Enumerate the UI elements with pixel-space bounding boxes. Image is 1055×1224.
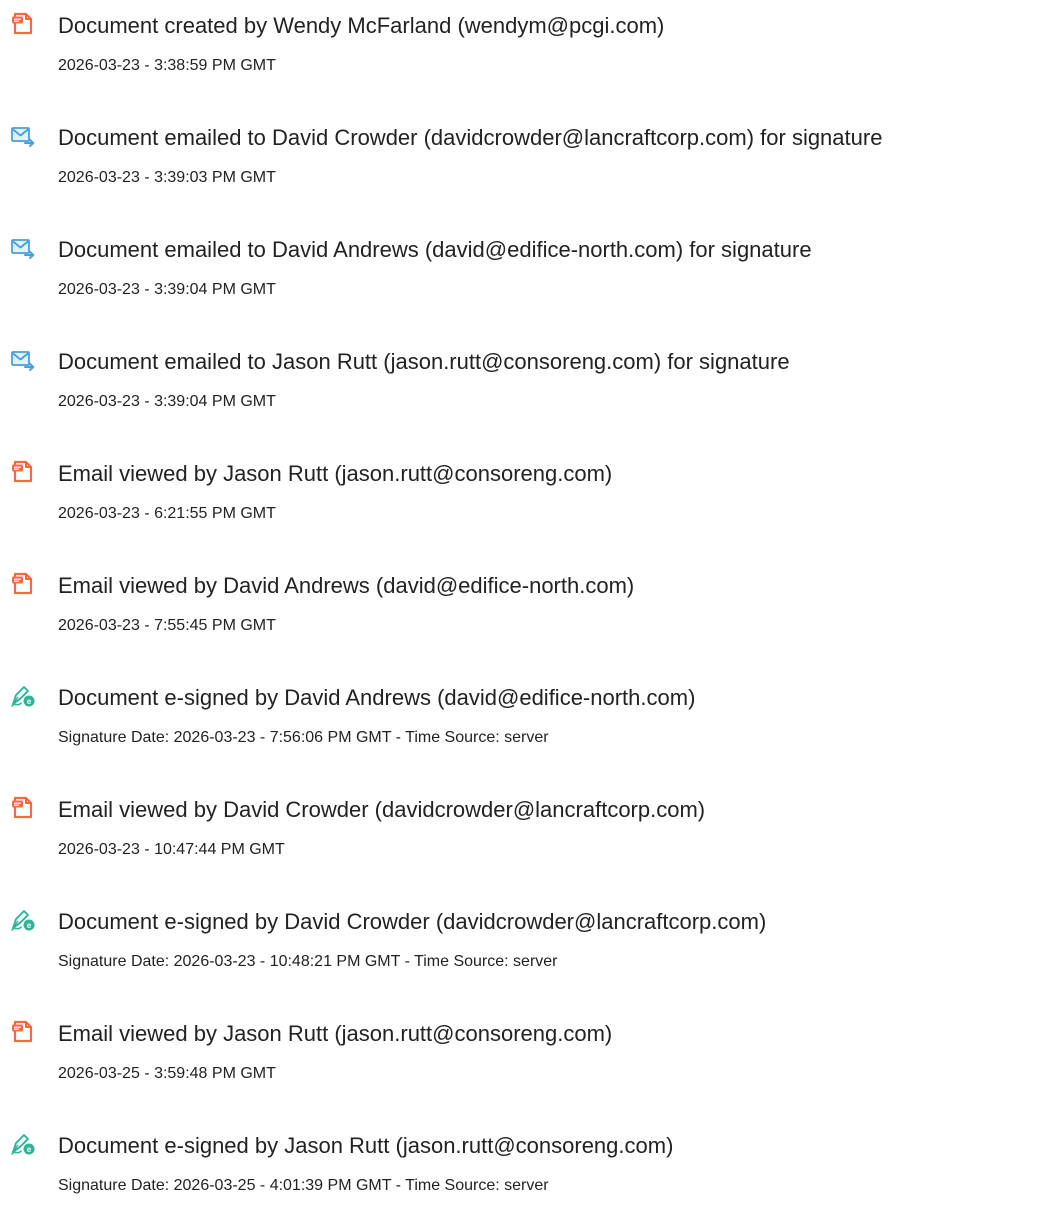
- document-viewed-icon: [10, 572, 36, 596]
- event-timestamp: 2026-03-23 - 6:21:55 PM GMT: [58, 505, 276, 522]
- event-timestamp: Signature Date: 2026-03-25 - 4:01:39 PM …: [58, 1177, 549, 1194]
- e-sign-icon: e: [10, 1132, 36, 1156]
- audit-event: Document created by Wendy McFarland (wen…: [0, 0, 1055, 80]
- document-created-icon: [10, 12, 36, 36]
- event-timestamp: 2026-03-23 - 3:39:04 PM GMT: [58, 281, 276, 298]
- event-timestamp: Signature Date: 2026-03-23 - 7:56:06 PM …: [58, 729, 549, 746]
- event-timestamp: 2026-03-23 - 10:47:44 PM GMT: [58, 841, 285, 858]
- email-sent-icon: [10, 124, 36, 148]
- email-sent-icon: [10, 236, 36, 260]
- audit-event: Email viewed by Jason Rutt (jason.rutt@c…: [0, 1008, 1055, 1088]
- event-title: Document e-signed by David Crowder (davi…: [58, 909, 767, 934]
- email-sent-icon: [10, 348, 36, 372]
- audit-event: Email viewed by Jason Rutt (jason.rutt@c…: [0, 448, 1055, 528]
- e-sign-icon: e: [10, 684, 36, 708]
- svg-text:e: e: [27, 1145, 32, 1154]
- event-title: Document created by Wendy McFarland (wen…: [58, 13, 665, 38]
- e-sign-icon: e: [10, 908, 36, 932]
- event-timestamp: 2026-03-23 - 7:55:45 PM GMT: [58, 617, 276, 634]
- audit-event: Document emailed to David Crowder (david…: [0, 112, 1055, 192]
- audit-event: Document emailed to Jason Rutt (jason.ru…: [0, 336, 1055, 416]
- event-title: Email viewed by David Crowder (davidcrow…: [58, 797, 706, 822]
- event-timestamp: 2026-03-23 - 3:38:59 PM GMT: [58, 57, 276, 74]
- audit-event: e Document e-signed by Jason Rutt (jason…: [0, 1120, 1055, 1200]
- event-title: Document emailed to Jason Rutt (jason.ru…: [58, 349, 790, 374]
- event-timestamp: 2026-03-25 - 3:59:48 PM GMT: [58, 1065, 276, 1082]
- audit-event: e Document e-signed by David Andrews (da…: [0, 672, 1055, 752]
- audit-event: Document emailed to David Andrews (david…: [0, 224, 1055, 304]
- audit-event: e Document e-signed by David Crowder (da…: [0, 896, 1055, 976]
- event-timestamp: 2026-03-23 - 3:39:03 PM GMT: [58, 169, 276, 186]
- event-timestamp: 2026-03-23 - 3:39:04 PM GMT: [58, 393, 276, 410]
- event-title: Document emailed to David Andrews (david…: [58, 237, 812, 262]
- event-title: Email viewed by Jason Rutt (jason.rutt@c…: [58, 1021, 613, 1046]
- event-title: Email viewed by Jason Rutt (jason.rutt@c…: [58, 461, 613, 486]
- event-title: Email viewed by David Andrews (david@edi…: [58, 573, 635, 598]
- svg-text:e: e: [27, 921, 32, 930]
- svg-text:e: e: [27, 697, 32, 706]
- document-viewed-icon: [10, 460, 36, 484]
- event-title: Document e-signed by David Andrews (davi…: [58, 685, 696, 710]
- document-viewed-icon: [10, 1020, 36, 1044]
- event-title: Document e-signed by Jason Rutt (jason.r…: [58, 1133, 674, 1158]
- document-viewed-icon: [10, 796, 36, 820]
- audit-event: Email viewed by David Andrews (david@edi…: [0, 560, 1055, 640]
- event-title: Document emailed to David Crowder (david…: [58, 125, 883, 150]
- event-timestamp: Signature Date: 2026-03-23 - 10:48:21 PM…: [58, 953, 558, 970]
- audit-event: Email viewed by David Crowder (davidcrow…: [0, 784, 1055, 864]
